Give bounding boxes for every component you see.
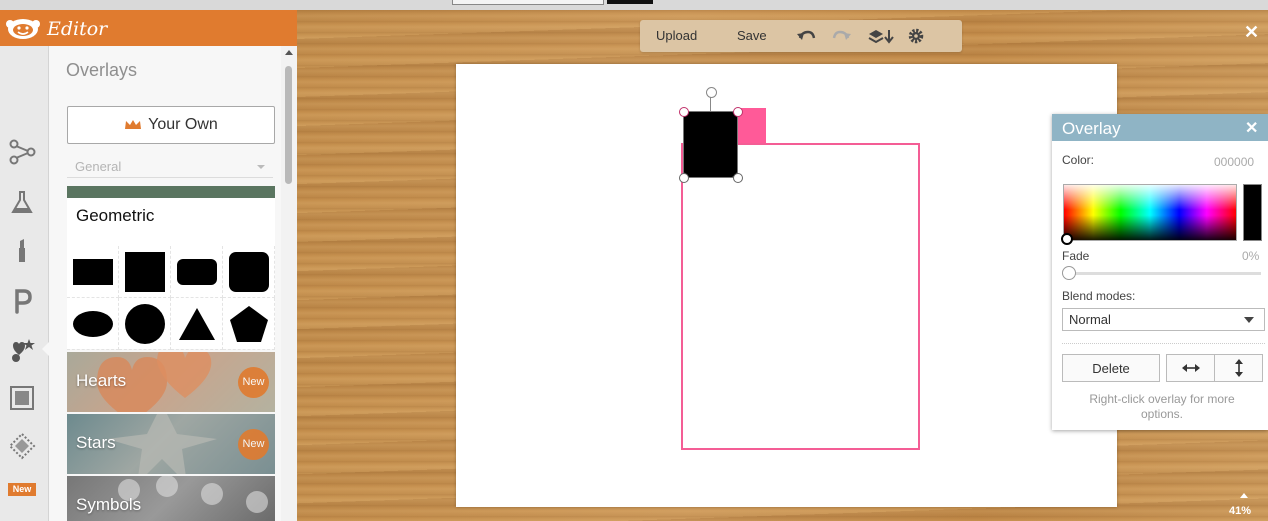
crown-icon: [125, 120, 142, 129]
shape-pentagon[interactable]: [223, 298, 275, 350]
scrollbar-thumb[interactable]: [285, 66, 292, 184]
shape-rounded-rectangle[interactable]: [171, 246, 223, 298]
hearts-new-badge: New: [238, 367, 269, 398]
blend-mode-value: Normal: [1069, 312, 1111, 327]
fade-slider-knob[interactable]: [1062, 266, 1076, 280]
pink-frame-overlay[interactable]: [681, 143, 920, 450]
flask-icon[interactable]: [8, 188, 36, 216]
text-icon[interactable]: [8, 286, 36, 314]
upload-button[interactable]: Upload: [656, 28, 697, 43]
flip-vertical-button[interactable]: [1214, 354, 1263, 382]
stars-label: Stars: [76, 433, 116, 452]
overlay-properties-panel: Overlay ✕ Color: 000000 Fade 0% Blend mo…: [1052, 114, 1268, 430]
touch-up-icon[interactable]: [8, 236, 36, 264]
overlay-panel-header: Overlay ✕: [1052, 114, 1268, 141]
app-header: Editor: [0, 10, 297, 46]
category-symbols[interactable]: Symbols: [67, 476, 275, 521]
layers-icon[interactable]: [867, 26, 895, 46]
overlays-panel: Overlays Your Own General Geometric Hear…: [49, 46, 281, 521]
monkey-logo-icon: [6, 19, 40, 39]
gear-icon[interactable]: [906, 26, 926, 46]
left-sidebar: Editor New Overlays Your Own General Geo…: [0, 10, 297, 521]
resize-handle-bottom-left[interactable]: [679, 173, 689, 183]
shape-triangle[interactable]: [171, 298, 223, 350]
panel-title: Overlays: [66, 60, 138, 80]
right-click-hint: Right-click overlay for more options.: [1089, 392, 1235, 421]
panel-scrollbar[interactable]: [281, 46, 297, 521]
shape-rectangle[interactable]: [67, 246, 119, 298]
geometric-title: Geometric: [76, 206, 155, 225]
category-hearts[interactable]: Hearts New: [67, 352, 275, 412]
category-stars[interactable]: Stars New: [67, 414, 275, 474]
color-hex-value[interactable]: 000000: [1214, 155, 1254, 169]
fade-label: Fade: [1062, 249, 1090, 263]
resize-handle-top-left[interactable]: [679, 107, 689, 117]
category-select[interactable]: General: [67, 156, 273, 178]
color-spectrum[interactable]: [1063, 184, 1237, 241]
geometric-card: Geometric: [67, 186, 275, 350]
blend-mode-select[interactable]: Normal: [1062, 308, 1265, 331]
shape-square[interactable]: [119, 246, 171, 298]
effects-icon[interactable]: [8, 138, 36, 166]
resize-handle-bottom-right[interactable]: [733, 173, 743, 183]
delete-button[interactable]: Delete: [1062, 354, 1160, 382]
blend-modes-label: Blend modes:: [1062, 289, 1136, 303]
chevron-down-icon: [1244, 317, 1254, 323]
textures-icon[interactable]: [8, 432, 36, 460]
tool-icon-column: New: [0, 46, 52, 521]
color-picker-marker[interactable]: [1061, 233, 1073, 245]
overlays-icon[interactable]: [8, 336, 52, 364]
geometric-card-banner: [67, 186, 275, 198]
color-label: Color:: [1062, 153, 1095, 167]
fade-value: 0%: [1242, 249, 1260, 263]
zoom-expand-icon[interactable]: [1240, 493, 1248, 498]
close-editor-icon[interactable]: ✕: [1244, 22, 1259, 43]
shape-ellipse[interactable]: [67, 298, 119, 350]
flip-vertical-icon: [1234, 359, 1243, 377]
shape-rounded-square[interactable]: [223, 246, 275, 298]
browser-swatch: [607, 0, 653, 4]
top-toolbar: Upload Save: [640, 20, 962, 52]
your-own-button[interactable]: Your Own: [67, 106, 275, 144]
redo-icon[interactable]: [832, 26, 852, 46]
panel-divider: [1062, 343, 1265, 344]
app-title: Editor: [47, 18, 108, 40]
photo-canvas[interactable]: [456, 64, 1117, 507]
browser-top-strip: [0, 0, 1268, 10]
frames-icon[interactable]: [8, 384, 36, 412]
browser-field: [452, 0, 604, 5]
overlay-panel-title: Overlay: [1062, 119, 1121, 138]
undo-icon[interactable]: [796, 26, 816, 46]
flip-horizontal-button[interactable]: [1166, 354, 1215, 382]
your-own-label: Your Own: [148, 116, 218, 133]
rotate-handle[interactable]: [706, 87, 717, 98]
flip-horizontal-icon: [1181, 364, 1200, 372]
save-button[interactable]: Save: [737, 28, 767, 43]
rotate-handle-line: [710, 97, 711, 111]
chevron-down-icon: [257, 165, 265, 169]
shape-circle[interactable]: [119, 298, 171, 350]
resize-handle-top-right[interactable]: [733, 107, 743, 117]
close-icon[interactable]: ✕: [1245, 118, 1258, 138]
selection-outline: [683, 111, 738, 178]
current-color-swatch: [1243, 184, 1262, 241]
textures-new-badge: New: [8, 483, 36, 496]
stars-new-badge: New: [238, 429, 269, 460]
fade-slider-track[interactable]: [1069, 272, 1261, 275]
scroll-up-icon[interactable]: [285, 50, 293, 55]
hearts-label: Hearts: [76, 371, 127, 390]
symbols-label: Symbols: [76, 495, 142, 514]
zoom-level[interactable]: 41%: [1229, 505, 1251, 517]
category-select-value: General: [75, 159, 122, 174]
